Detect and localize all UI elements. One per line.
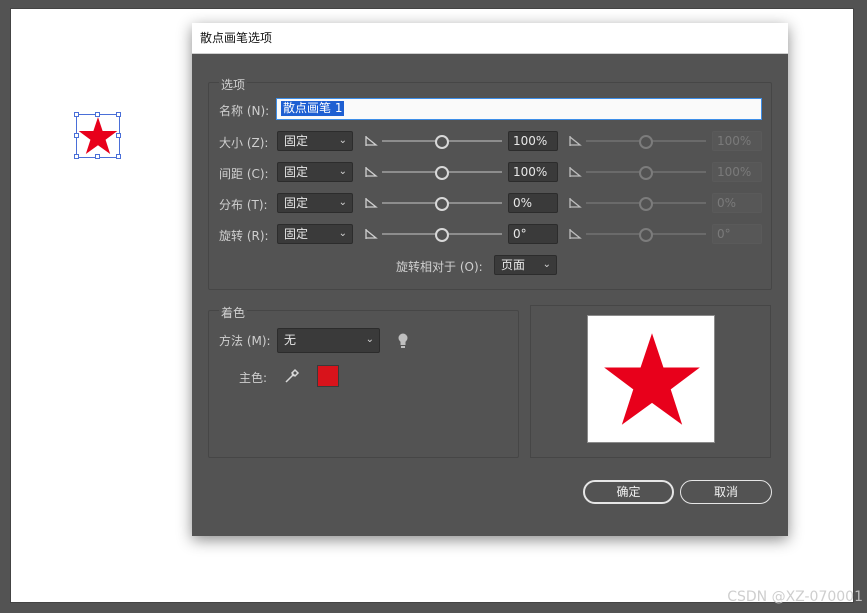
slider-min-icon bbox=[569, 198, 582, 208]
size-max-value-input: 100% bbox=[712, 131, 762, 151]
watermark: CSDN @XZ-070001 bbox=[727, 589, 863, 605]
rotation-label: 旋转 (R): bbox=[219, 229, 269, 243]
brush-name-input[interactable]: 散点画笔 1 bbox=[276, 98, 762, 120]
selection-handle[interactable] bbox=[95, 112, 100, 117]
scatter-mode-value: 固定 bbox=[284, 196, 309, 210]
spacing-slider-knob[interactable] bbox=[435, 166, 449, 180]
cancel-button[interactable]: 取消 bbox=[680, 480, 772, 504]
slider-min-icon bbox=[365, 198, 378, 208]
eyedropper-icon[interactable] bbox=[283, 367, 301, 385]
options-group-title: 选项 bbox=[219, 76, 248, 93]
size-value-input[interactable]: 100% bbox=[508, 131, 558, 151]
chevron-down-icon: ⌄ bbox=[338, 228, 347, 239]
rotation-value-input[interactable]: 0° bbox=[508, 224, 558, 244]
rotation-relative-value: 页面 bbox=[501, 258, 526, 272]
slider-min-icon bbox=[569, 167, 582, 177]
lightbulb-icon[interactable] bbox=[395, 332, 411, 350]
slider-min-icon bbox=[569, 229, 582, 239]
spacing-max-value-input: 100% bbox=[712, 162, 762, 182]
rotation-relative-label: 旋转相对于 (O): bbox=[396, 260, 483, 274]
ok-button[interactable]: 确定 bbox=[583, 480, 674, 504]
scatter-slider-knob[interactable] bbox=[435, 197, 449, 211]
chevron-down-icon: ⌄ bbox=[338, 135, 347, 146]
chevron-down-icon: ⌄ bbox=[365, 334, 374, 345]
preview-canvas bbox=[587, 315, 715, 443]
method-select[interactable]: 无 ⌄ bbox=[277, 328, 380, 353]
method-label: 方法 (M): bbox=[219, 334, 271, 348]
size-label: 大小 (Z): bbox=[219, 136, 269, 150]
method-value: 无 bbox=[284, 333, 297, 347]
key-color-label: 主色: bbox=[239, 371, 268, 385]
scatter-value-input[interactable]: 0% bbox=[508, 193, 558, 213]
name-label: 名称 (N): bbox=[219, 104, 270, 118]
selection-bounding-box bbox=[76, 114, 120, 158]
dialog-title: 散点画笔选项 bbox=[192, 23, 788, 54]
spacing-mode-select[interactable]: 固定 ⌄ bbox=[277, 162, 353, 182]
size-mode-select[interactable]: 固定 ⌄ bbox=[277, 131, 353, 151]
scatter-mode-select[interactable]: 固定 ⌄ bbox=[277, 193, 353, 213]
spacing-max-slider-knob bbox=[639, 166, 653, 180]
selection-handle[interactable] bbox=[95, 154, 100, 159]
key-color-swatch[interactable] bbox=[317, 365, 339, 387]
size-max-slider-knob bbox=[639, 135, 653, 149]
chevron-down-icon: ⌄ bbox=[338, 197, 347, 208]
selection-handle[interactable] bbox=[116, 133, 121, 138]
rotation-slider-knob[interactable] bbox=[435, 228, 449, 242]
rotation-max-slider-knob bbox=[639, 228, 653, 242]
preview-panel bbox=[530, 305, 771, 458]
spacing-label: 间距 (C): bbox=[219, 167, 269, 181]
rotation-max-value-input: 0° bbox=[712, 224, 762, 244]
spacing-value-input[interactable]: 100% bbox=[508, 162, 558, 182]
selection-handle[interactable] bbox=[116, 154, 121, 159]
size-slider-knob[interactable] bbox=[435, 135, 449, 149]
scatter-brush-options-dialog: 散点画笔选项 选项 名称 (N): 散点画笔 1 大小 (Z): 固定 ⌄ 100… bbox=[192, 23, 788, 536]
rotation-mode-value: 固定 bbox=[284, 227, 309, 241]
selection-handle[interactable] bbox=[116, 112, 121, 117]
colorization-group-title: 着色 bbox=[219, 304, 248, 321]
rotation-mode-select[interactable]: 固定 ⌄ bbox=[277, 224, 353, 244]
rotation-relative-select[interactable]: 页面 ⌄ bbox=[494, 255, 557, 275]
selection-handle[interactable] bbox=[74, 133, 79, 138]
scatter-label: 分布 (T): bbox=[219, 198, 268, 212]
chevron-down-icon: ⌄ bbox=[338, 166, 347, 177]
slider-min-icon bbox=[365, 136, 378, 146]
chevron-down-icon: ⌄ bbox=[542, 259, 551, 270]
slider-min-icon bbox=[365, 167, 378, 177]
size-mode-value: 固定 bbox=[284, 134, 309, 148]
selection-handle[interactable] bbox=[74, 154, 79, 159]
scatter-max-slider-knob bbox=[639, 197, 653, 211]
brush-name-value: 散点画笔 1 bbox=[281, 101, 345, 116]
slider-min-icon bbox=[569, 136, 582, 146]
spacing-mode-value: 固定 bbox=[284, 165, 309, 179]
selection-handle[interactable] bbox=[74, 112, 79, 117]
slider-min-icon bbox=[365, 229, 378, 239]
preview-star-icon bbox=[604, 333, 700, 425]
scatter-max-value-input: 0% bbox=[712, 193, 762, 213]
